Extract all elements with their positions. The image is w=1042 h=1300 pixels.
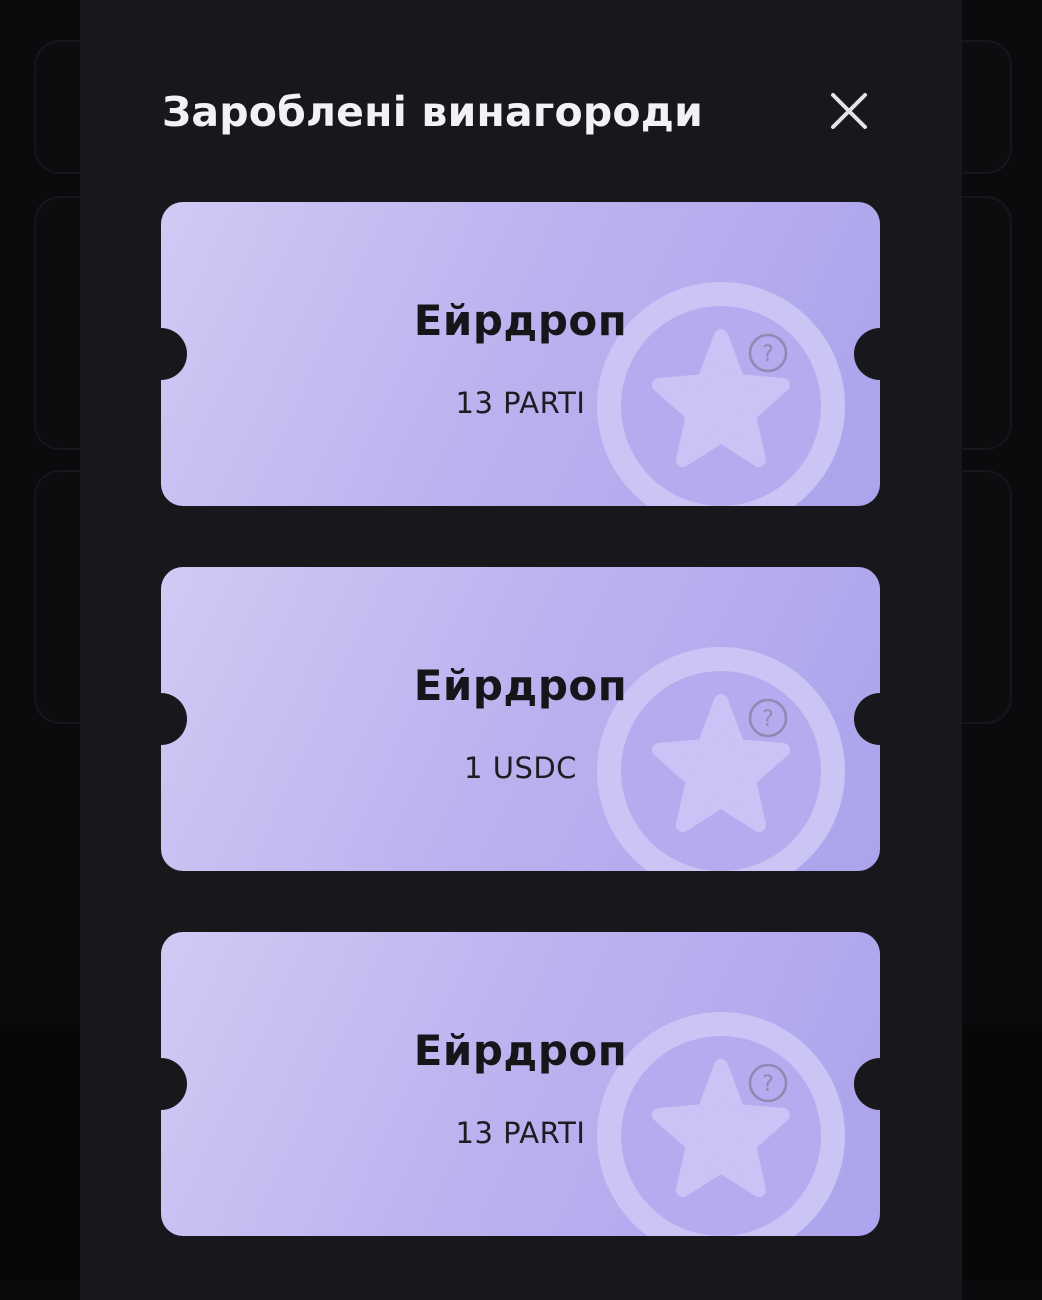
reward-card[interactable]: ? Ейрдроп 13 PARTI (161, 932, 880, 1236)
rewards-modal: Зароблені винагороди ? Ейрдроп 13 PARTI … (80, 0, 962, 1300)
reward-name: Ейрдроп (413, 296, 628, 345)
reward-amount: 1 USDC (464, 751, 577, 785)
reward-name: Ейрдроп (413, 1026, 628, 1075)
reward-name: Ейрдроп (413, 661, 628, 710)
close-icon (831, 93, 867, 129)
svg-text:?: ? (762, 342, 774, 367)
svg-text:?: ? (762, 1072, 774, 1097)
close-button[interactable] (826, 88, 872, 134)
reward-card[interactable]: ? Ейрдроп 13 PARTI (161, 202, 880, 506)
reward-amount: 13 PARTI (455, 386, 586, 420)
svg-text:?: ? (762, 707, 774, 732)
modal-title: Зароблені винагороди (162, 88, 704, 136)
reward-amount: 13 PARTI (455, 1116, 586, 1150)
reward-card[interactable]: ? Ейрдроп 1 USDC (161, 567, 880, 871)
